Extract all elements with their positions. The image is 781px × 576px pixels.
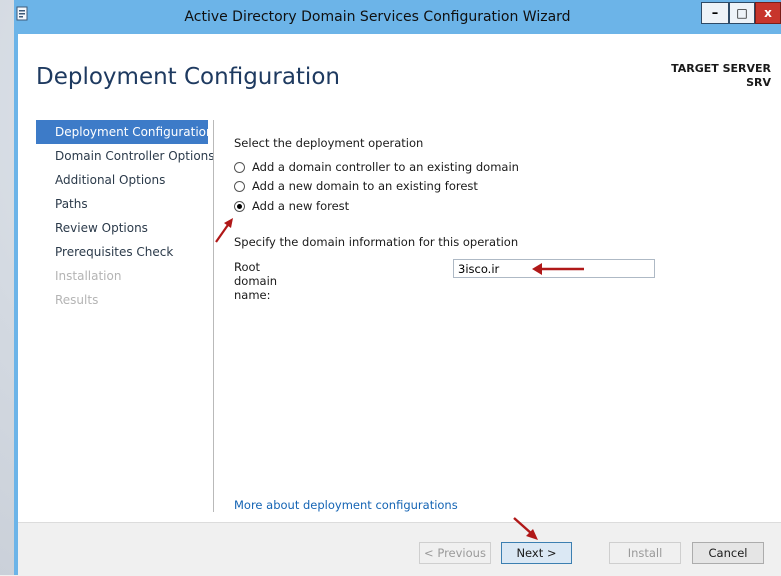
- cancel-button[interactable]: Cancel: [692, 542, 764, 564]
- annotation-arrow-icon: [215, 218, 233, 243]
- option-label: Add a new domain to an existing forest: [252, 179, 478, 193]
- option-add-new-forest[interactable]: Add a new forest: [234, 199, 349, 213]
- annotation-arrow-icon: [513, 517, 538, 540]
- root-domain-label: Root domain name:: [234, 260, 278, 302]
- nav-item-deployment-configuration[interactable]: Deployment Configuration: [36, 120, 214, 144]
- page-title: Deployment Configuration: [36, 64, 340, 90]
- nav-item-domain-controller-options[interactable]: Domain Controller Options: [36, 144, 215, 168]
- nav-item-additional-options[interactable]: Additional Options: [36, 168, 212, 192]
- radio-button[interactable]: [234, 161, 245, 173]
- nav-item-prerequisites-check[interactable]: Prerequisites Check: [36, 240, 212, 264]
- target-server-name: SRV: [746, 76, 771, 89]
- nav-divider: [213, 120, 214, 512]
- option-add-domain-existing-forest[interactable]: Add a new domain to an existing forest: [234, 179, 478, 193]
- nav-item-paths[interactable]: Paths: [36, 192, 212, 216]
- close-button[interactable]: x: [755, 2, 781, 24]
- target-server-label: TARGET SERVER: [671, 62, 771, 75]
- nav-item-review-options[interactable]: Review Options: [36, 216, 212, 240]
- wizard-nav: Deployment Configuration Domain Controll…: [36, 120, 215, 312]
- next-button[interactable]: Next >: [501, 542, 572, 564]
- option-add-dc-existing-domain[interactable]: Add a domain controller to an existing d…: [234, 160, 519, 174]
- option-label: Add a domain controller to an existing d…: [252, 160, 519, 174]
- wizard-window: Active Directory Domain Services Configu…: [14, 0, 781, 576]
- window-title: Active Directory Domain Services Configu…: [184, 9, 571, 25]
- operation-heading: Select the deployment operation: [234, 136, 424, 150]
- more-about-deployment-link[interactable]: More about deployment configurations: [234, 498, 458, 512]
- title-bar[interactable]: Active Directory Domain Services Configu…: [14, 0, 781, 34]
- option-label: Add a new forest: [252, 199, 350, 213]
- radio-button-selected[interactable]: [234, 200, 245, 212]
- target-server: TARGET SERVER SRV: [671, 62, 771, 90]
- minimize-button[interactable]: –: [701, 2, 729, 24]
- install-button[interactable]: Install: [609, 542, 681, 564]
- nav-item-installation: Installation: [55, 269, 122, 283]
- domain-info-heading: Specify the domain information for this …: [234, 235, 519, 249]
- nav-item-results: Results: [55, 293, 99, 307]
- wizard-footer: < Previous Next > Install Cancel: [18, 522, 781, 576]
- radio-button[interactable]: [234, 180, 245, 192]
- maximize-button[interactable]: □: [729, 2, 755, 24]
- wizard-body: Deployment Configuration TARGET SERVER S…: [18, 34, 781, 576]
- previous-button[interactable]: < Previous: [419, 542, 491, 564]
- annotation-arrow-icon: [532, 263, 584, 275]
